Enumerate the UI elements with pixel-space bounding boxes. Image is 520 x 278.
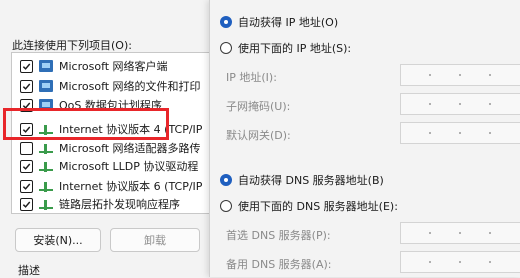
list-item-ms-client[interactable]: Microsoft 网络客户端 (20, 57, 168, 75)
network-share-icon (39, 80, 53, 92)
list-item-label: 链路层拓扑发现响应程序 (59, 198, 180, 211)
protocol-icon (39, 160, 53, 172)
list-item-multiplexor[interactable]: Microsoft 网络适配器多路传 (20, 139, 201, 157)
list-item-label: Microsoft LLDP 协议驱动程 (59, 160, 199, 173)
description-label: 描述 (18, 264, 40, 277)
protocol-icon (39, 180, 53, 192)
ip-address-row: IP 地址(I): (226, 69, 376, 85)
network-client-icon (39, 60, 53, 72)
list-item-label: Microsoft 网络适配器多路传 (59, 142, 201, 155)
protocol-icon (39, 198, 53, 210)
ip-address-field[interactable] (400, 64, 520, 86)
gateway-label: 默认网关(D): (226, 129, 291, 142)
checkbox[interactable] (20, 141, 33, 155)
ip-address-label: IP 地址(I): (226, 71, 277, 84)
gateway-row: 默认网关(D): (226, 127, 376, 143)
alternate-dns-field[interactable] (400, 251, 520, 273)
auto-ip-label: 自动获得 IP 地址(O) (238, 16, 339, 29)
list-item-label: Microsoft 网络的文件和打印 (59, 80, 201, 93)
manual-ip-label: 使用下面的 IP 地址(S): (238, 42, 352, 55)
preferred-dns-label: 首选 DNS 服务器(P): (226, 229, 331, 242)
install-button[interactable]: 安装(N)... (15, 228, 101, 252)
list-item-label: Microsoft 网络客户端 (59, 60, 168, 73)
checkbox[interactable] (20, 179, 33, 193)
alternate-dns-label: 备用 DNS 服务器(A): (226, 258, 332, 271)
auto-dns-option[interactable]: 自动获得 DNS 服务器地址(B) (220, 172, 384, 188)
uninstall-button[interactable]: 卸载 (110, 228, 200, 252)
subnet-row: 子网掩码(U): (226, 98, 376, 114)
radio-selected-icon[interactable] (220, 16, 232, 28)
ipv4-highlight-box (3, 108, 169, 140)
list-item-lltd[interactable]: 链路层拓扑发现响应程序 (20, 195, 180, 213)
radio-icon[interactable] (220, 200, 232, 212)
default-gateway-field[interactable] (400, 122, 520, 144)
protocol-icon (39, 142, 53, 154)
ipv4-properties-dialog: 自动获得 IP 地址(O) 使用下面的 IP 地址(S): IP 地址(I): … (209, 0, 520, 277)
radio-icon[interactable] (220, 42, 232, 54)
preferred-dns-row: 首选 DNS 服务器(P): (226, 227, 376, 243)
list-item-file-print-sharing[interactable]: Microsoft 网络的文件和打印 (20, 77, 201, 95)
manual-dns-label: 使用下面的 DNS 服务器地址(E): (238, 200, 398, 213)
list-item-label: Internet 协议版本 6 (TCP/IP (59, 180, 203, 193)
manual-ip-option[interactable]: 使用下面的 IP 地址(S): (220, 40, 351, 56)
network-properties-dialog: 此连接使用下列项目(O): Microsoft 网络客户端 Microsoft … (0, 0, 213, 277)
checkbox[interactable] (20, 59, 33, 73)
checkbox[interactable] (20, 159, 33, 173)
preferred-dns-field[interactable] (400, 222, 520, 244)
list-item-lldp[interactable]: Microsoft LLDP 协议驱动程 (20, 157, 198, 175)
subnet-mask-field[interactable] (400, 93, 520, 115)
checkbox[interactable] (20, 197, 33, 211)
list-item-ipv6[interactable]: Internet 协议版本 6 (TCP/IP (20, 177, 202, 195)
radio-selected-icon[interactable] (220, 174, 232, 186)
connection-items-label: 此连接使用下列项目(O): (12, 39, 132, 52)
auto-dns-label: 自动获得 DNS 服务器地址(B) (238, 174, 384, 187)
alternate-dns-row: 备用 DNS 服务器(A): (226, 256, 376, 272)
subnet-label: 子网掩码(U): (226, 100, 291, 113)
checkbox[interactable] (20, 79, 33, 93)
manual-dns-option[interactable]: 使用下面的 DNS 服务器地址(E): (220, 198, 398, 214)
auto-ip-option[interactable]: 自动获得 IP 地址(O) (220, 14, 338, 30)
